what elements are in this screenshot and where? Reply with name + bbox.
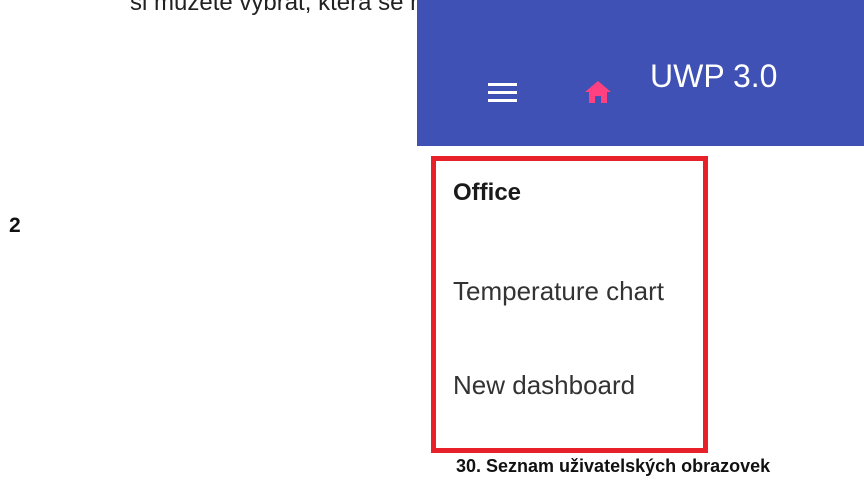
figure-caption: 30. Seznam uživatelských obrazovek (456, 456, 771, 476)
home-icon[interactable] (584, 80, 612, 104)
screen-item-office[interactable]: Office (453, 177, 521, 209)
hamburger-menu-icon[interactable] (488, 83, 517, 103)
screen-item-temperature-chart[interactable]: Temperature chart (453, 275, 664, 307)
document-page: si můžete vybrat, která se má zobrazit. … (0, 0, 864, 483)
app-header-bar: UWP 3.0 (417, 0, 864, 146)
user-screen-list: Office Temperature chart New dashboard (431, 156, 708, 453)
app-screenshot: UWP 3.0 Office Temperature chart New das… (417, 0, 864, 456)
step-number: 2 (9, 214, 21, 237)
app-title: UWP 3.0 (650, 58, 778, 94)
screen-item-new-dashboard[interactable]: New dashboard (453, 369, 635, 401)
